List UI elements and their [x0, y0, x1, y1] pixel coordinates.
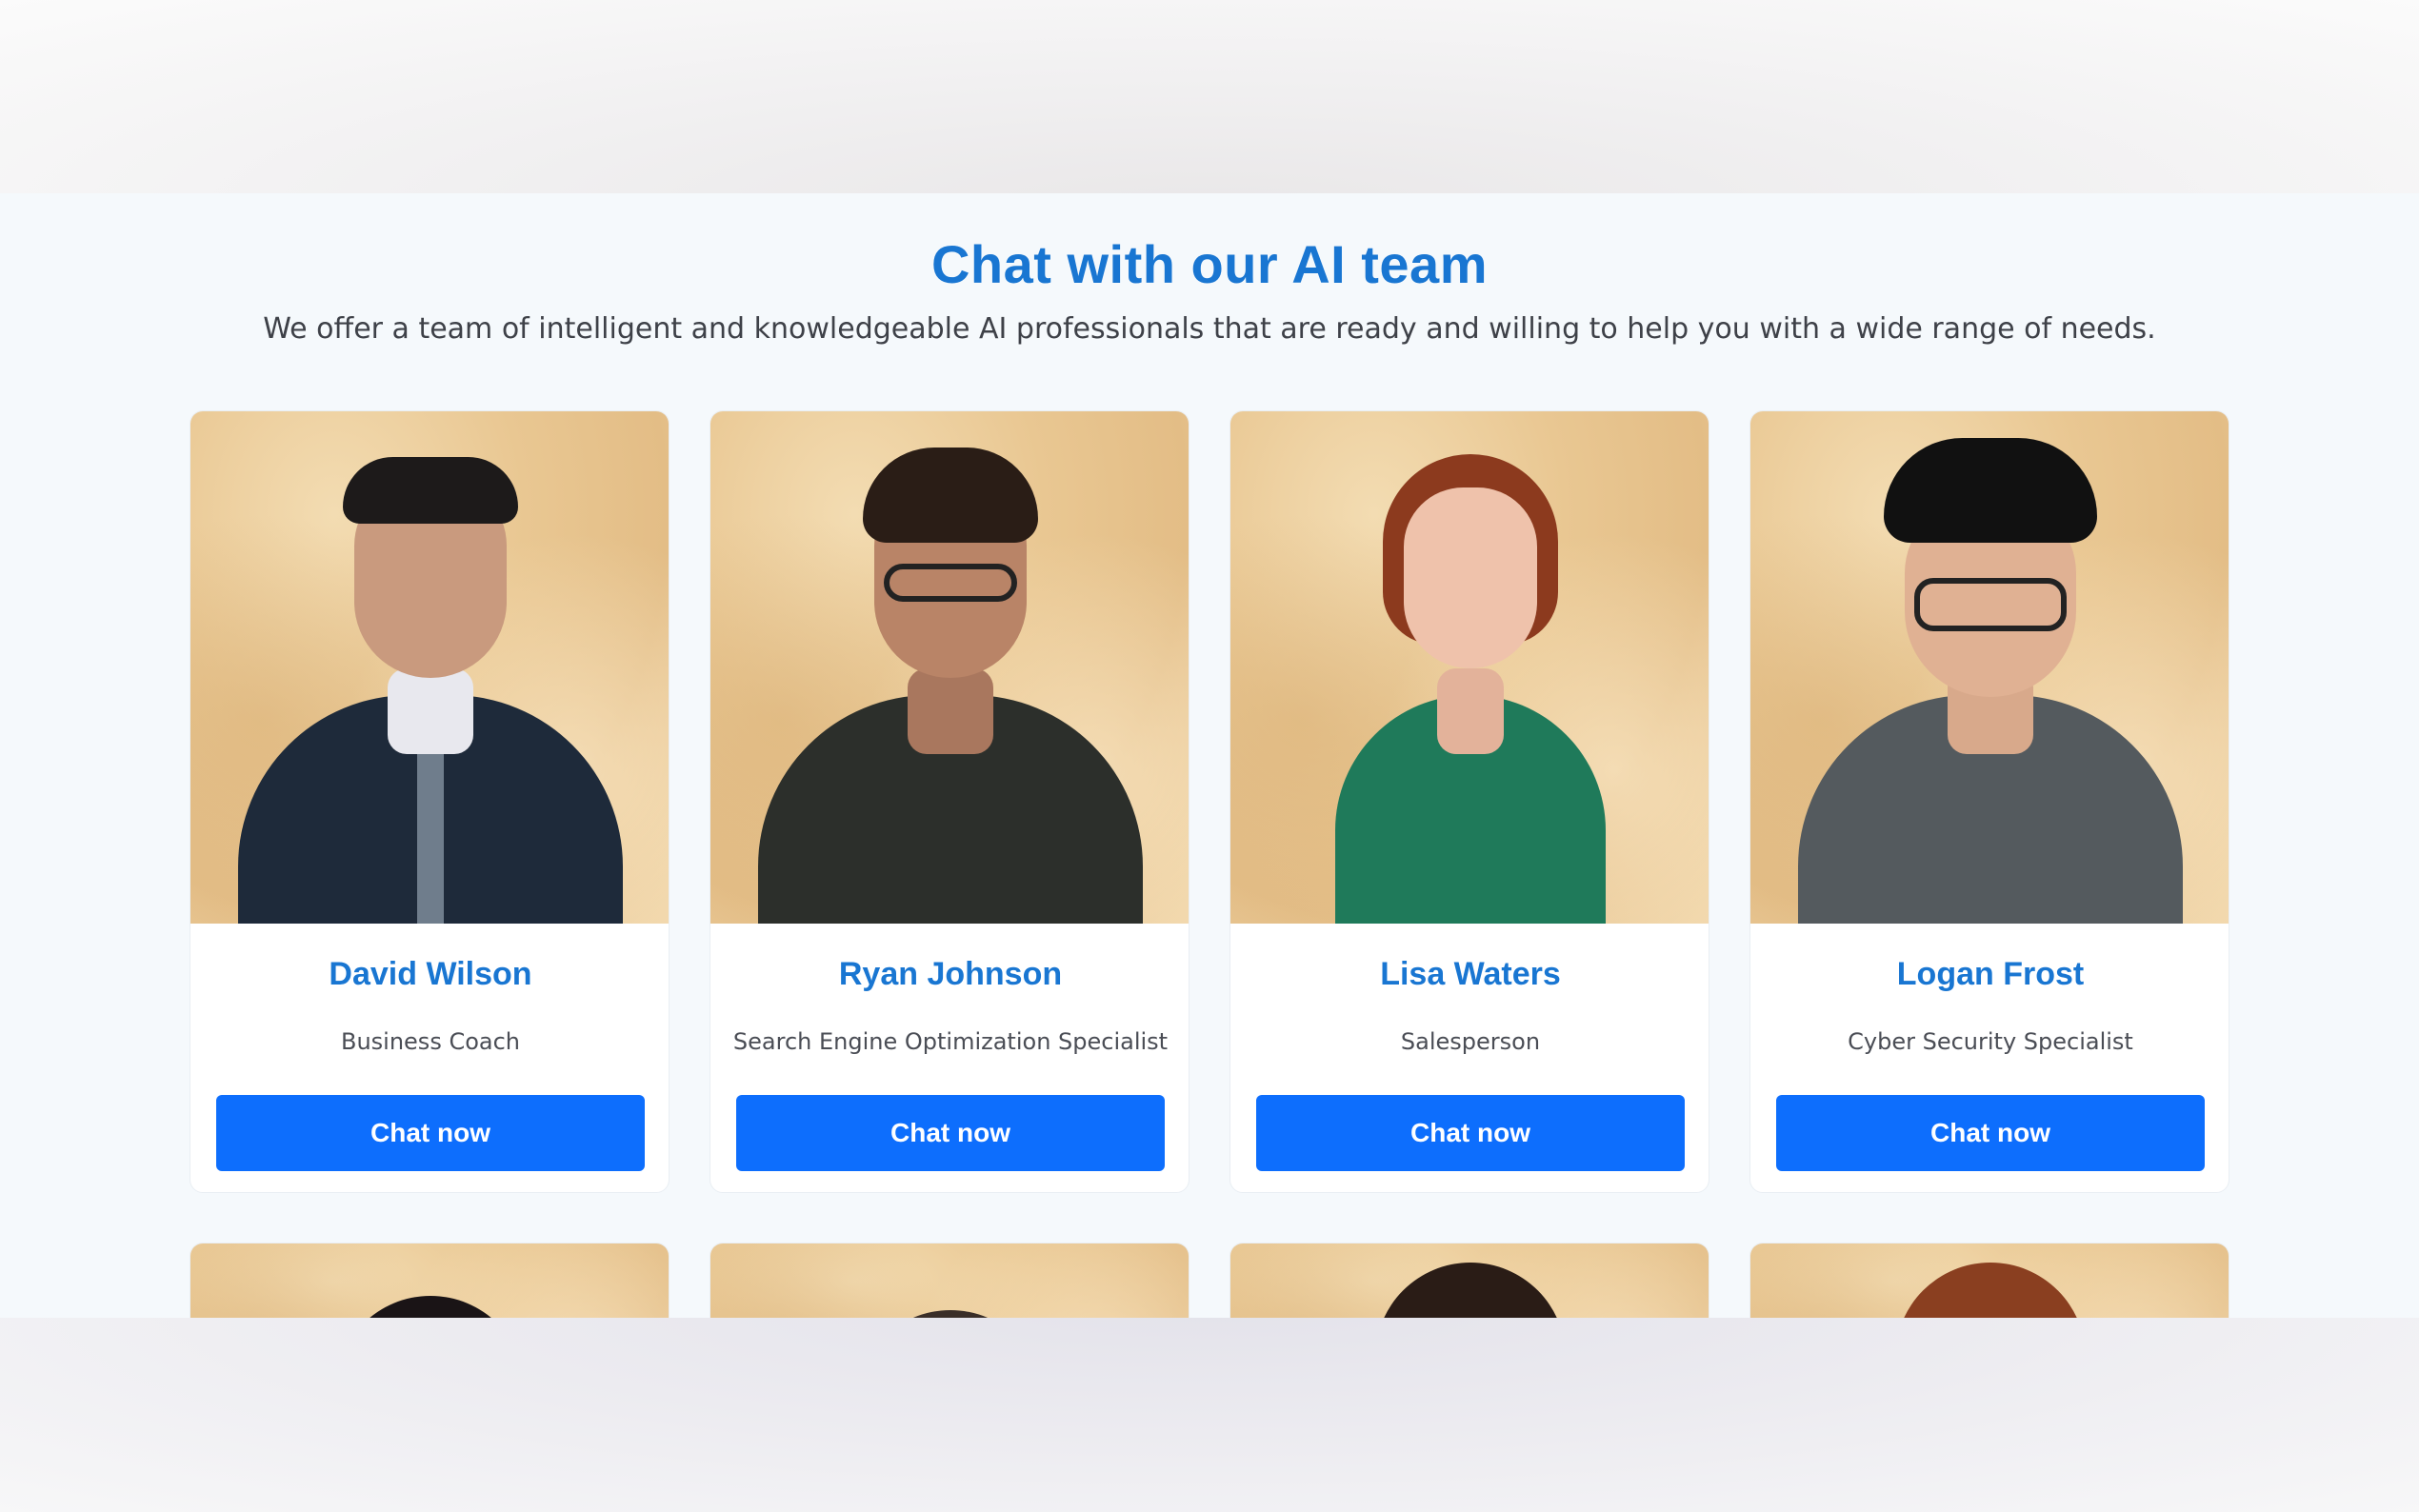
glasses-icon — [884, 564, 1017, 602]
portrait-photo — [1230, 411, 1709, 924]
team-card-partial — [1749, 1243, 2229, 1318]
chat-now-button[interactable]: Chat now — [1256, 1095, 1685, 1171]
portrait-photo — [1750, 1243, 2229, 1318]
team-card-logan-frost: Logan Frost Cyber Security Specialist Ch… — [1749, 410, 2229, 1193]
section-subtitle: We offer a team of intelligent and knowl… — [263, 312, 2156, 346]
portrait-photo — [190, 411, 669, 924]
portrait-photo — [710, 1243, 1189, 1318]
team-card-david-wilson: David Wilson Business Coach Chat now — [190, 410, 670, 1193]
chat-now-button[interactable]: Chat now — [1776, 1095, 2205, 1171]
member-name: Ryan Johnson — [838, 956, 1063, 992]
team-card-partial — [710, 1243, 1190, 1318]
member-role: Cyber Security Specialist — [1848, 1028, 2133, 1055]
chat-now-button[interactable]: Chat now — [736, 1095, 1165, 1171]
team-card-partial — [1229, 1243, 1709, 1318]
top-blurred-band — [0, 0, 2419, 193]
member-name: Logan Frost — [1896, 956, 2085, 992]
team-card-ryan-johnson: Ryan Johnson Search Engine Optimization … — [710, 410, 1190, 1193]
section-title: Chat with our AI team — [930, 234, 1488, 294]
team-card-lisa-waters: Lisa Waters Salesperson Chat now — [1229, 410, 1709, 1193]
member-role: Search Engine Optimization Specialist — [732, 1028, 1169, 1055]
glasses-icon — [1914, 578, 2067, 631]
member-name: Lisa Waters — [1380, 956, 1561, 992]
member-name: David Wilson — [329, 956, 532, 992]
portrait-photo — [190, 1243, 669, 1318]
bottom-blurred-band — [0, 1318, 2419, 1512]
ai-team-section: Chat with our AI team We offer a team of… — [0, 193, 2419, 1318]
member-role: Business Coach — [340, 1028, 520, 1055]
member-role: Salesperson — [1400, 1028, 1541, 1055]
portrait-photo — [710, 411, 1189, 924]
page-frame: Chat with our AI team We offer a team of… — [0, 0, 2419, 1512]
team-card-partial — [190, 1243, 670, 1318]
chat-now-button[interactable]: Chat now — [216, 1095, 645, 1171]
portrait-photo — [1230, 1243, 1709, 1318]
portrait-photo — [1750, 411, 2229, 924]
